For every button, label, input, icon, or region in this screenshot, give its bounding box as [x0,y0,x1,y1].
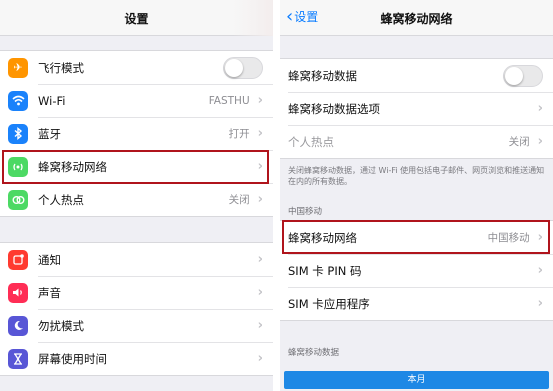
notifications-icon [8,249,28,270]
screens-divider [273,0,280,391]
sounds-row[interactable]: 声音 › [0,276,273,309]
settings-screen: 设置 ✈ 飞行模式 Wi-Fi FASTHU › 蓝牙 打开 › 蜂窝移动网络 … [0,0,273,391]
chevron-right-icon: › [257,351,263,366]
cellular-data-label: 蜂窝移动数据 [288,68,357,83]
hotspot-value: 关闭 [508,136,530,148]
hotspot-value: 关闭 [228,194,250,206]
connectivity-group: ✈ 飞行模式 Wi-Fi FASTHU › 蓝牙 打开 › 蜂窝移动网络 › 个… [0,50,273,217]
airplane-mode-row[interactable]: ✈ 飞行模式 [0,51,273,84]
bluetooth-label: 蓝牙 [38,126,61,141]
chevron-right-icon: › [257,93,263,108]
do-not-disturb-icon [8,315,28,336]
navbar-blur [233,0,273,36]
sim-apps-row[interactable]: SIM 卡应用程序 › [280,287,553,320]
screen-time-row[interactable]: 屏幕使用时间 › [0,342,273,375]
cellular-data-section-header: 蜂窝移动数据 [288,348,340,358]
wifi-row[interactable]: Wi-Fi FASTHU › [0,84,273,117]
page-title: 蜂窝移动网络 [380,12,453,26]
airplane-icon: ✈ [8,57,28,78]
screen-time-label: 屏幕使用时间 [38,351,107,366]
sim-pin-label: SIM 卡 PIN 码 [288,263,362,278]
chevron-right-icon: › [537,296,543,311]
notifications-label: 通知 [38,252,61,267]
cellular-data-row[interactable]: 蜂窝移动数据 [280,59,553,92]
notifications-row[interactable]: 通知 › [0,243,273,276]
sounds-label: 声音 [38,285,61,300]
cellular-navbar: ‹ 设置 蜂窝移动网络 [280,0,553,36]
bluetooth-icon [8,123,28,144]
wifi-icon [8,90,28,111]
hotspot-icon [8,189,28,210]
notifications-group: 通知 › 声音 › 勿扰模式 › 屏幕使用时间 › [0,242,273,376]
bluetooth-value: 打开 [228,128,250,140]
cellular-data-group: 蜂窝移动数据 蜂窝移动数据选项 › 个人热点 关闭 › [280,58,553,159]
chevron-right-icon: › [537,101,543,116]
bluetooth-row[interactable]: 蓝牙 打开 › [0,117,273,150]
cellular-data-toggle[interactable] [503,64,543,87]
chevron-right-icon: › [257,285,263,300]
sim-pin-row[interactable]: SIM 卡 PIN 码 › [280,254,553,287]
airplane-mode-toggle[interactable] [223,56,263,79]
chevron-right-icon: › [537,263,543,278]
chevron-right-icon: › [257,318,263,333]
chevron-right-icon: › [257,192,263,207]
hotspot-row[interactable]: 个人热点 关闭 › [0,183,273,216]
cellular-data-options-label: 蜂窝移动数据选项 [288,101,380,116]
chevron-right-icon: › [537,134,543,149]
wifi-value: FASTHU [208,94,250,107]
current-month-button[interactable]: 本月 [284,371,549,389]
chevron-right-icon: › [257,252,263,267]
cellular-data-note: 关闭蜂窝移动数据，通过 Wi-Fi 使用包括电子邮件、网页浏览和推送通知在内的所… [288,166,545,186]
wifi-label: Wi-Fi [38,93,66,108]
do-not-disturb-label: 勿扰模式 [38,318,84,333]
hotspot-row[interactable]: 个人热点 关闭 › [280,125,553,158]
screen-time-icon [8,348,28,369]
sounds-icon [8,282,28,303]
hotspot-label: 个人热点 [38,192,84,207]
settings-navbar: 设置 [0,0,273,36]
do-not-disturb-row[interactable]: 勿扰模式 › [0,309,273,342]
cellular-screen: ‹ 设置 蜂窝移动网络 蜂窝移动数据 蜂窝移动数据选项 › 个人热点 关闭 › … [280,0,553,391]
hotspot-label: 个人热点 [288,134,334,149]
chevron-right-icon: › [257,126,263,141]
sim-apps-label: SIM 卡应用程序 [288,296,370,311]
carrier-section-header: 中国移动 [288,207,323,217]
cellular-network-highlight-box [282,220,550,254]
airplane-mode-label: 飞行模式 [38,60,84,75]
cellular-data-options-row[interactable]: 蜂窝移动数据选项 › [280,92,553,125]
cellular-highlight-box [2,150,269,184]
